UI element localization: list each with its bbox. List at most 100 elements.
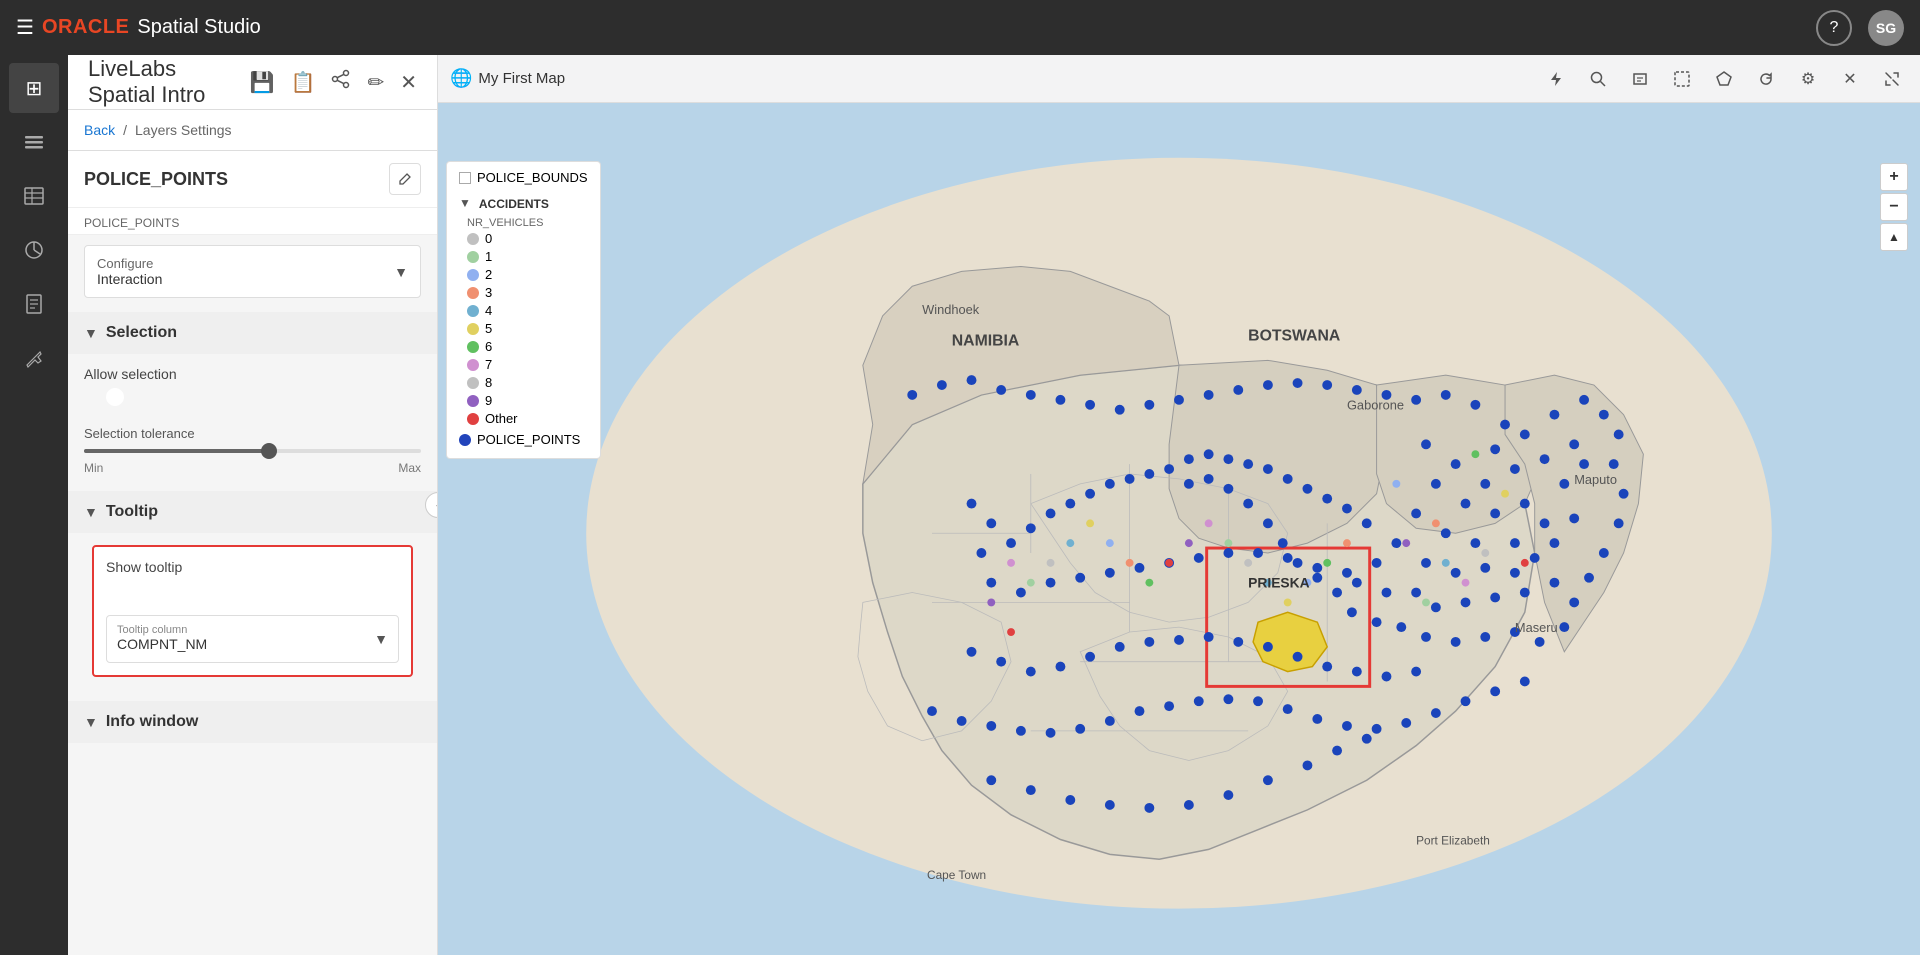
polygon-tool[interactable] bbox=[1708, 63, 1740, 95]
map-titlebar-actions: 💾 📋 ✏ ✕ bbox=[250, 69, 417, 95]
app-name: Spatial Studio bbox=[137, 16, 260, 39]
selection-header[interactable]: ▼ Selection bbox=[68, 312, 437, 354]
search-tool[interactable] bbox=[1582, 63, 1614, 95]
back-link[interactable]: Back bbox=[84, 122, 115, 138]
zoom-in-button[interactable]: + bbox=[1880, 163, 1908, 191]
selection-chevron-icon: ▼ bbox=[84, 325, 98, 341]
hamburger-icon[interactable]: ☰ bbox=[16, 15, 34, 40]
sidebar-item-grid[interactable]: ⊞ bbox=[9, 63, 59, 113]
sidebar-item-reports[interactable] bbox=[9, 279, 59, 329]
legend-dot-police-points bbox=[459, 434, 471, 446]
layer-title: POLICE_POINTS bbox=[84, 169, 228, 190]
tooltip-column-dropdown[interactable]: Tooltip column COMPNT_NM ▼ bbox=[106, 615, 399, 663]
legend-dot-1 bbox=[467, 251, 479, 263]
tooltip-section-highlighted: Show tooltip Tooltip column bbox=[92, 545, 413, 677]
legend-police-points: POLICE_POINTS bbox=[459, 432, 588, 447]
legend-value-7: 7 bbox=[485, 357, 492, 372]
show-tooltip-label: Show tooltip bbox=[106, 559, 182, 575]
section-label: POLICE_POINTS bbox=[68, 208, 437, 235]
select-area-tool[interactable] bbox=[1666, 63, 1698, 95]
topbar-logo: ☰ ORACLE Spatial Studio bbox=[16, 15, 1804, 40]
legend-value-2: 2 bbox=[485, 267, 492, 282]
legend-item-other: Other bbox=[467, 411, 588, 426]
legend-dot-3 bbox=[467, 287, 479, 299]
info-window-header[interactable]: ▼ Info window bbox=[68, 701, 437, 743]
legend-value-0: 0 bbox=[485, 231, 492, 246]
map-background: NAMIBIA BOTSWANA Windhoek Gaborone Maser… bbox=[438, 103, 1920, 955]
topbar-right: ? SG bbox=[1816, 10, 1904, 46]
edit-button[interactable]: ✏ bbox=[367, 70, 384, 95]
close-map-button[interactable]: ✕ bbox=[400, 70, 417, 95]
legend-dot-4 bbox=[467, 305, 479, 317]
map-legend: POLICE_BOUNDS ▼ ACCIDENTS NR_VEHICLES 0 bbox=[446, 161, 601, 459]
sidebar-item-table[interactable] bbox=[9, 171, 59, 221]
tooltip-column-value: COMPNT_NM bbox=[117, 636, 207, 652]
legend-dot-7 bbox=[467, 359, 479, 371]
breadcrumb-current: Layers Settings bbox=[135, 122, 232, 138]
legend-value-9: 9 bbox=[485, 393, 492, 408]
sidebar-item-tools[interactable] bbox=[9, 333, 59, 383]
legend-value-6: 6 bbox=[485, 339, 492, 354]
refresh-tool[interactable] bbox=[1750, 63, 1782, 95]
configure-interaction-dropdown[interactable]: Configure Interaction ▼ bbox=[84, 245, 421, 298]
legend-item-6: 6 bbox=[467, 339, 588, 354]
save-button[interactable]: 💾 bbox=[250, 70, 275, 95]
legend-item-8: 8 bbox=[467, 375, 588, 390]
legend-police-points-label: POLICE_POINTS bbox=[477, 432, 580, 447]
svg-text:BOTSWANA: BOTSWANA bbox=[1248, 328, 1340, 345]
lightning-tool[interactable] bbox=[1540, 63, 1572, 95]
compass-button[interactable]: ▲ bbox=[1880, 223, 1908, 251]
info-window-section: ▼ Info window bbox=[68, 701, 437, 743]
legend-square-icon bbox=[459, 172, 471, 184]
legend-value-other: Other bbox=[485, 411, 518, 426]
save-as-button[interactable]: 📋 bbox=[291, 70, 316, 95]
legend-dot-6 bbox=[467, 341, 479, 353]
legend-value-5: 5 bbox=[485, 321, 492, 336]
left-sidebar: ⊞ bbox=[0, 55, 68, 955]
layer-edit-button[interactable] bbox=[389, 163, 421, 195]
slider-thumb[interactable] bbox=[261, 443, 277, 459]
sidebar-item-analysis[interactable] bbox=[9, 225, 59, 275]
label-tool[interactable] bbox=[1624, 63, 1656, 95]
tooltip-column-label: Tooltip column bbox=[117, 624, 207, 636]
info-window-title: Info window bbox=[106, 713, 198, 731]
legend-value-3: 3 bbox=[485, 285, 492, 300]
tooltip-header[interactable]: ▼ Tooltip bbox=[68, 491, 437, 533]
svg-text:Port Elizabeth: Port Elizabeth bbox=[1416, 833, 1490, 847]
slider-min-label: Min bbox=[84, 461, 103, 475]
map-area[interactable]: NAMIBIA BOTSWANA Windhoek Gaborone Maser… bbox=[438, 103, 1920, 955]
legend-accidents-header: ▼ ACCIDENTS bbox=[459, 191, 588, 214]
legend-item-0: 0 bbox=[467, 231, 588, 246]
legend-dot-other bbox=[467, 413, 479, 425]
tolerance-slider-track[interactable] bbox=[84, 449, 421, 453]
zoom-out-button[interactable]: − bbox=[1880, 193, 1908, 221]
legend-value-4: 4 bbox=[485, 303, 492, 318]
legend-item-1: 1 bbox=[467, 249, 588, 264]
map-titlebar: LiveLabs Spatial Intro 💾 📋 ✏ ✕ bbox=[68, 55, 437, 110]
tolerance-row: Selection tolerance Min Max bbox=[84, 426, 421, 475]
oracle-logo: ORACLE bbox=[42, 16, 129, 39]
settings-tool[interactable]: ⚙ bbox=[1792, 63, 1824, 95]
user-avatar[interactable]: SG bbox=[1868, 10, 1904, 46]
selection-body: Allow selection Selection tolerance bbox=[68, 354, 437, 487]
map-svg: NAMIBIA BOTSWANA Windhoek Gaborone Maser… bbox=[438, 103, 1920, 955]
allow-selection-label: Allow selection bbox=[84, 366, 177, 382]
legend-dot-5 bbox=[467, 323, 479, 335]
legend-value-8: 8 bbox=[485, 375, 492, 390]
slider-minmax: Min Max bbox=[84, 461, 421, 475]
expand-tool[interactable] bbox=[1876, 63, 1908, 95]
svg-text:NAMIBIA: NAMIBIA bbox=[952, 333, 1020, 350]
svg-text:Windhoek: Windhoek bbox=[922, 302, 980, 317]
legend-nr-vehicles-label: NR_VEHICLES bbox=[467, 217, 588, 229]
share-button[interactable] bbox=[331, 69, 351, 95]
svg-text:PRIESKA: PRIESKA bbox=[1248, 575, 1309, 591]
help-button[interactable]: ? bbox=[1816, 10, 1852, 46]
legend-item-5: 5 bbox=[467, 321, 588, 336]
svg-text:Cape Town: Cape Town bbox=[927, 868, 986, 882]
legend-item-7: 7 bbox=[467, 357, 588, 372]
legend-value-1: 1 bbox=[485, 249, 492, 264]
close-map-tool[interactable]: ✕ bbox=[1834, 63, 1866, 95]
map-toolbar-right: ⚙ ✕ bbox=[1540, 63, 1908, 95]
sidebar-item-layers[interactable] bbox=[9, 117, 59, 167]
map-name-globe: 🌐 My First Map bbox=[450, 68, 1532, 89]
